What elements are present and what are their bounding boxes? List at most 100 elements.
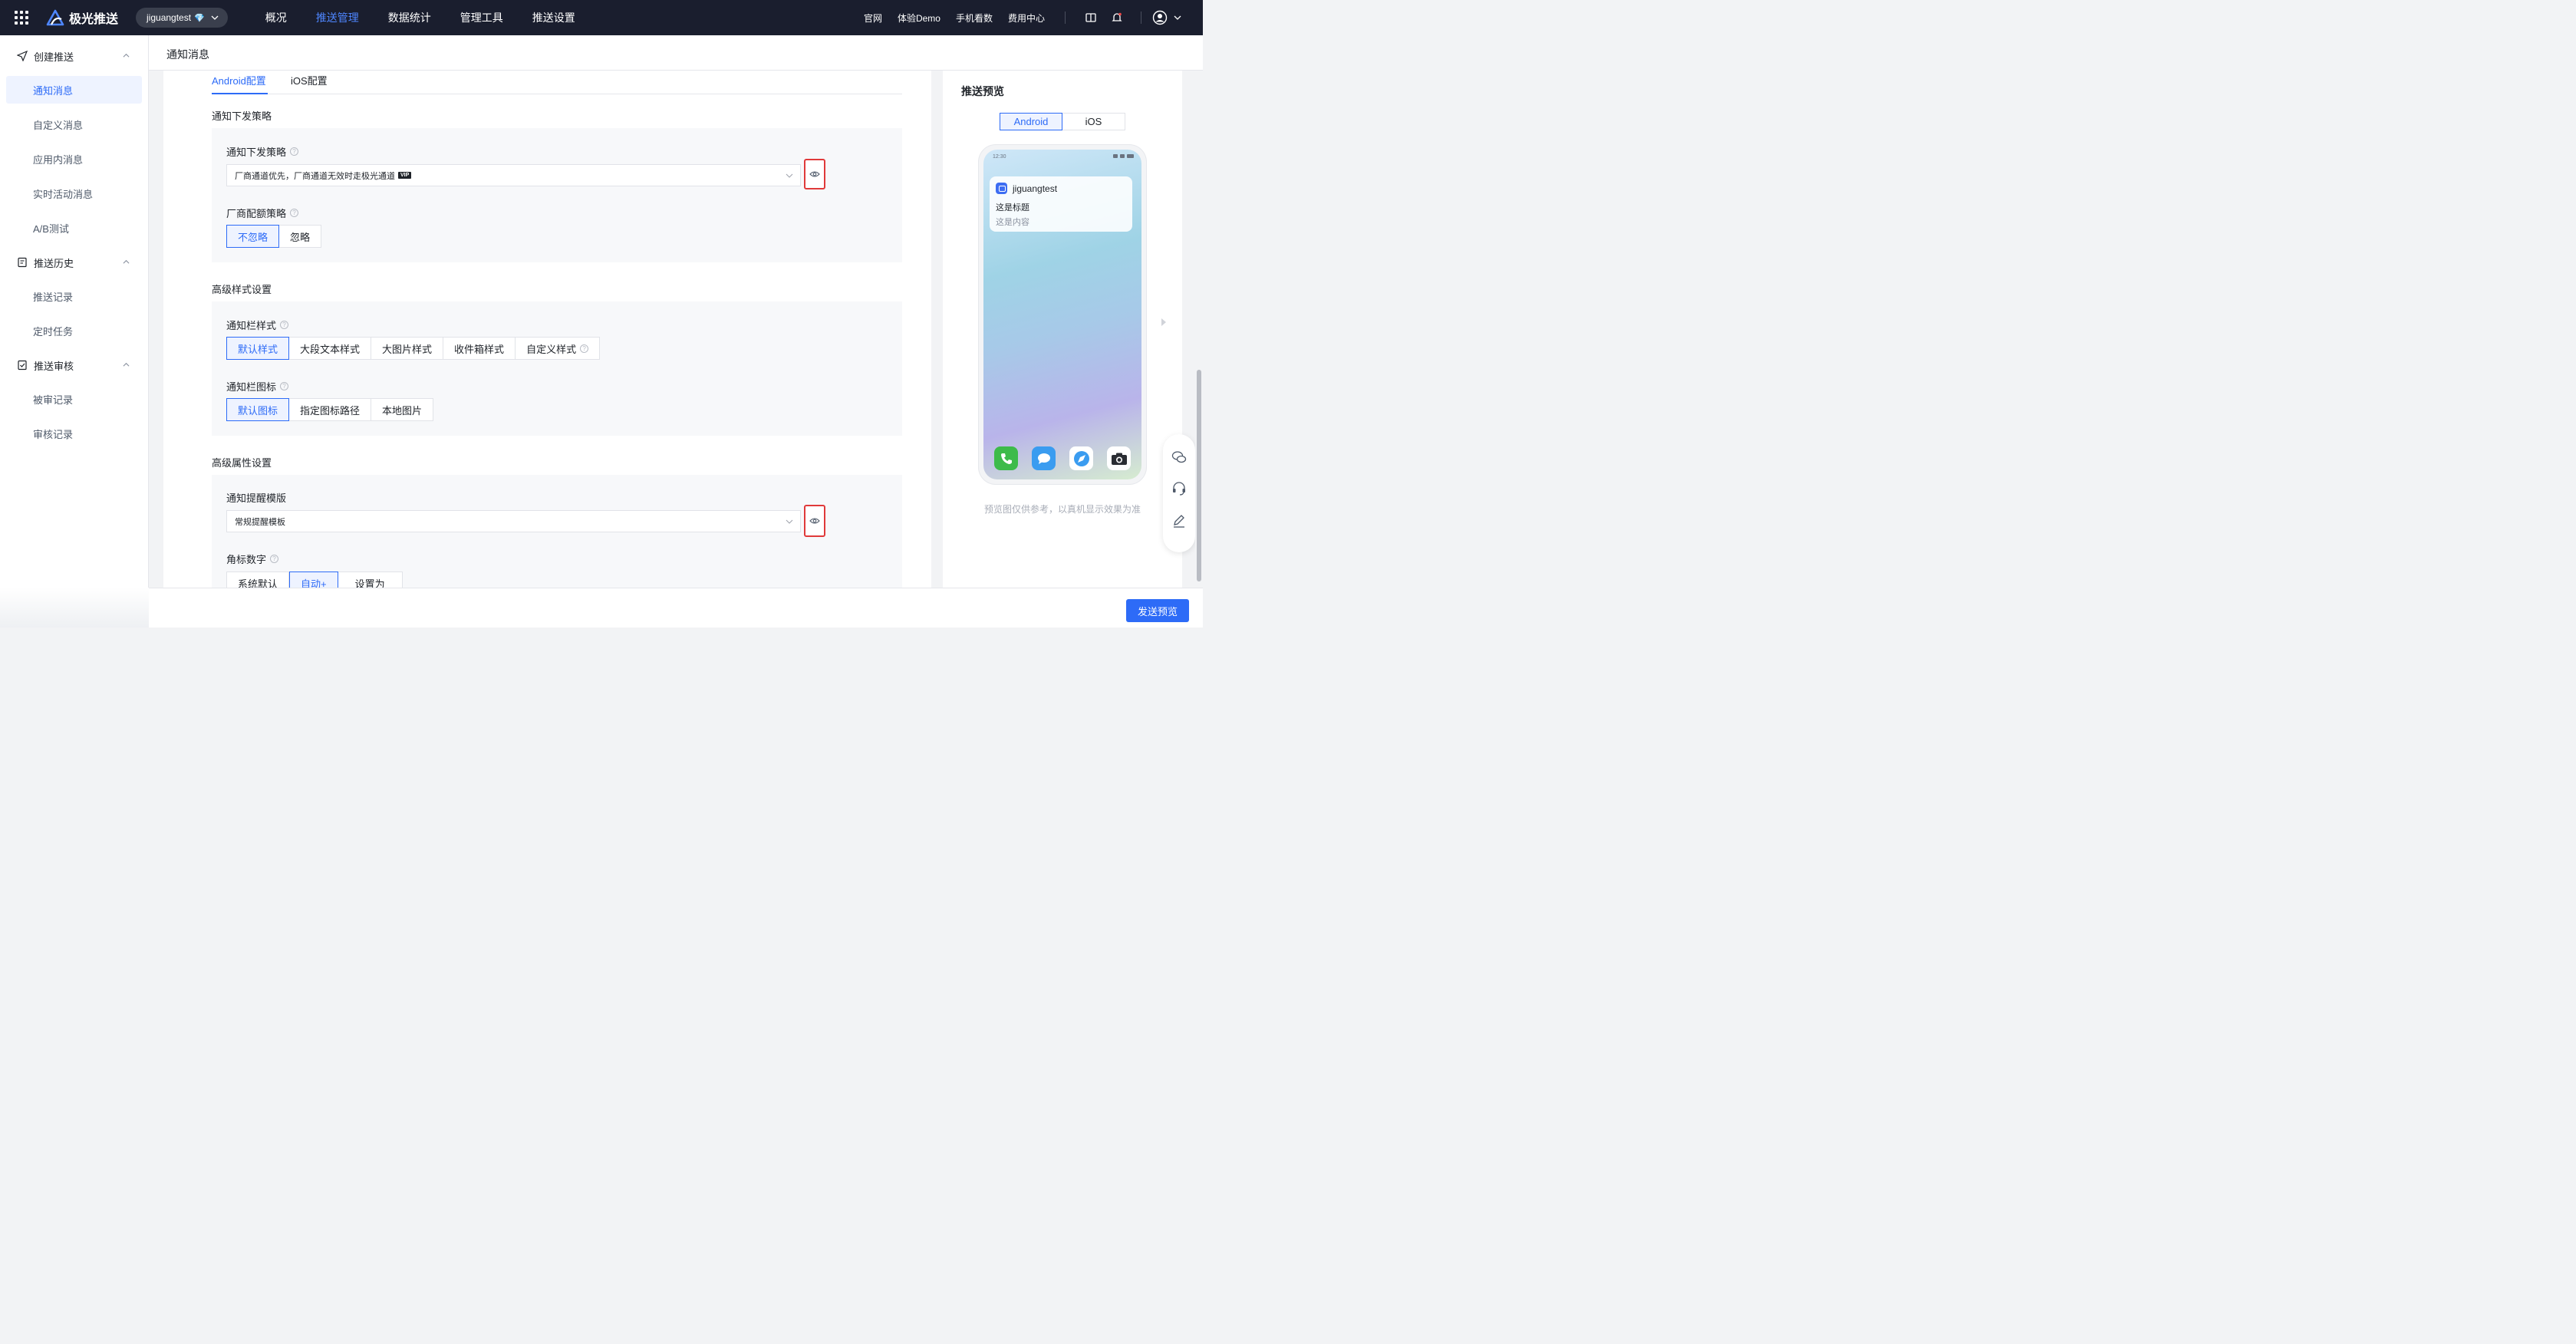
- label-text: 角标数字: [226, 554, 267, 565]
- status-time: 12:30: [993, 154, 1006, 160]
- page-title: 通知消息: [166, 48, 209, 61]
- option-system-default[interactable]: 系统默认: [226, 572, 290, 588]
- option-custom-style[interactable]: 自定义样式 ?: [516, 337, 601, 360]
- help-icon[interactable]: ?: [270, 555, 279, 563]
- sidebar-group-label: 推送历史: [34, 257, 74, 269]
- option-default-style[interactable]: 默认样式: [226, 337, 290, 360]
- phone-dock: [994, 446, 1131, 470]
- bottom-action-bar: 发送预览: [149, 588, 1203, 628]
- nav-data-statistics[interactable]: 数据统计: [388, 10, 431, 25]
- option-big-picture-style[interactable]: 大图片样式: [371, 337, 444, 360]
- avatar: [1152, 10, 1168, 25]
- preview-strategy-eye-button[interactable]: [804, 159, 825, 189]
- preview-title: 推送预览: [961, 85, 1004, 97]
- edit-feedback-icon[interactable]: [1171, 513, 1187, 529]
- field-label-quota: 厂商配额策略 ?: [226, 206, 299, 220]
- option-auto-increment[interactable]: 自动+: [289, 572, 338, 588]
- option-big-text-style[interactable]: 大段文本样式: [289, 337, 372, 360]
- sidebar-group-label: 推送审核: [34, 360, 74, 372]
- vip-badge: VIP: [398, 172, 412, 179]
- option-set-to[interactable]: 设置为: [338, 572, 403, 588]
- sidebar-item-custom-message[interactable]: 自定义消息: [0, 107, 148, 142]
- phone-app-icon: [994, 446, 1018, 470]
- sidebar-group-push-history[interactable]: 推送历史: [0, 245, 148, 279]
- sidebar: 创建推送 通知消息 自定义消息 应用内消息 实时活动消息 A/B测试 推送历史 …: [0, 35, 149, 628]
- page-scrollbar[interactable]: [1195, 71, 1203, 588]
- bar-icon-toggle: 默认图标 指定图标路径 本地图片: [226, 398, 434, 421]
- active-tab-indicator: [212, 93, 268, 94]
- option-inbox-style[interactable]: 收件箱样式: [443, 337, 516, 360]
- style-panel: 通知栏样式 ? 默认样式 大段文本样式 大图片样式 收件箱样式 自定义样式 ? …: [212, 301, 902, 436]
- send-icon: [17, 51, 28, 61]
- option-not-ignore[interactable]: 不忽略: [226, 225, 280, 248]
- preview-reminder-eye-button[interactable]: [804, 505, 825, 537]
- main-nav: 概况 推送管理 数据统计 管理工具 推送设置: [265, 0, 604, 35]
- sidebar-item-ab-test[interactable]: A/B测试: [0, 211, 148, 245]
- label-text: 厂商配额策略: [226, 208, 287, 219]
- preview-tab-ios[interactable]: iOS: [1062, 113, 1125, 130]
- nav-overview[interactable]: 概况: [265, 10, 287, 25]
- chevron-down-icon: [786, 519, 793, 524]
- option-ignore[interactable]: 忽略: [279, 225, 322, 248]
- link-official-site[interactable]: 官网: [864, 12, 882, 25]
- sidebar-item-scheduled-tasks[interactable]: 定时任务: [0, 314, 148, 348]
- option-icon-path[interactable]: 指定图标路径: [289, 398, 372, 421]
- sidebar-item-live-activity[interactable]: 实时活动消息: [0, 176, 148, 211]
- sidebar-item-reviewed-records[interactable]: 被审记录: [0, 382, 148, 417]
- user-menu[interactable]: [1152, 10, 1183, 25]
- nav-push-settings[interactable]: 推送设置: [532, 10, 575, 25]
- help-icon[interactable]: ?: [290, 209, 299, 217]
- app-grid-icon[interactable]: [15, 11, 28, 25]
- preview-tab-android[interactable]: Android: [1000, 113, 1062, 130]
- sidebar-group-create-push[interactable]: 创建推送: [0, 39, 148, 73]
- select-value: 常规提醒模板: [235, 517, 285, 527]
- select-value: 厂商通道优先，厂商通道无效时走极光通道: [235, 171, 395, 181]
- app-icon: [996, 183, 1007, 194]
- camera-app-icon: [1107, 446, 1131, 470]
- option-default-icon[interactable]: 默认图标: [226, 398, 290, 421]
- floating-toolbar: [1163, 434, 1195, 552]
- notification-form: Android配置 iOS配置 通知下发策略 通知下发策略 ? 厂商通道优先，厂…: [163, 71, 931, 588]
- sidebar-item-push-records[interactable]: 推送记录: [0, 279, 148, 314]
- chevron-down-icon: [211, 15, 219, 20]
- notification-app: jiguangtest: [996, 183, 1057, 194]
- brand-logo[interactable]: 极光推送: [46, 8, 118, 27]
- sidebar-group-push-review[interactable]: 推送审核: [0, 348, 148, 382]
- field-label-bar-icon: 通知栏图标 ?: [226, 379, 289, 394]
- option-local-image[interactable]: 本地图片: [371, 398, 434, 421]
- help-icon[interactable]: ?: [280, 382, 289, 390]
- bell-icon[interactable]: [1111, 12, 1123, 24]
- link-demo[interactable]: 体验Demo: [898, 12, 940, 25]
- scrollbar-thumb[interactable]: [1197, 370, 1201, 581]
- label-text: 通知栏样式: [226, 320, 277, 331]
- chevron-right-icon[interactable]: [1161, 318, 1167, 327]
- bar-style-toggle: 默认样式 大段文本样式 大图片样式 收件箱样式 自定义样式 ?: [226, 337, 601, 360]
- nav-management-tools[interactable]: 管理工具: [460, 10, 503, 25]
- sidebar-item-audit-records[interactable]: 审核记录: [0, 417, 148, 451]
- account-name: jiguangtest: [147, 12, 192, 23]
- label-text: 通知提醒模版: [226, 492, 287, 504]
- section-title-style: 高级样式设置: [212, 284, 272, 295]
- nav-push-management[interactable]: 推送管理: [316, 10, 359, 25]
- customer-service-icon[interactable]: [1171, 481, 1187, 496]
- send-preview-button[interactable]: 发送预览: [1126, 599, 1189, 622]
- top-right-area: 官网 体验Demo 手机看数 费用中心: [848, 0, 1203, 35]
- help-icon[interactable]: ?: [580, 344, 589, 353]
- help-icon[interactable]: ?: [280, 321, 289, 329]
- sidebar-footer: [0, 588, 149, 628]
- wechat-icon[interactable]: [1171, 450, 1187, 465]
- badge-number-toggle: 系统默认 自动+ 设置为: [226, 572, 403, 588]
- sidebar-item-notification[interactable]: 通知消息: [6, 76, 142, 104]
- link-billing-center[interactable]: 费用中心: [1008, 12, 1045, 25]
- status-icons: [1113, 154, 1134, 158]
- help-icon[interactable]: ?: [290, 147, 299, 156]
- quota-strategy-toggle: 不忽略 忽略: [226, 225, 322, 248]
- link-mobile-data[interactable]: 手机看数: [956, 12, 993, 25]
- tab-ios-config[interactable]: iOS配置: [291, 73, 328, 87]
- tab-android-config[interactable]: Android配置: [212, 73, 266, 87]
- delivery-strategy-select[interactable]: 厂商通道优先，厂商通道无效时走极光通道 VIP: [226, 164, 801, 186]
- account-switcher[interactable]: jiguangtest 💎: [136, 8, 228, 28]
- book-icon[interactable]: [1085, 12, 1097, 24]
- sidebar-item-in-app-message[interactable]: 应用内消息: [0, 142, 148, 176]
- reminder-template-select[interactable]: 常规提醒模板: [226, 510, 801, 532]
